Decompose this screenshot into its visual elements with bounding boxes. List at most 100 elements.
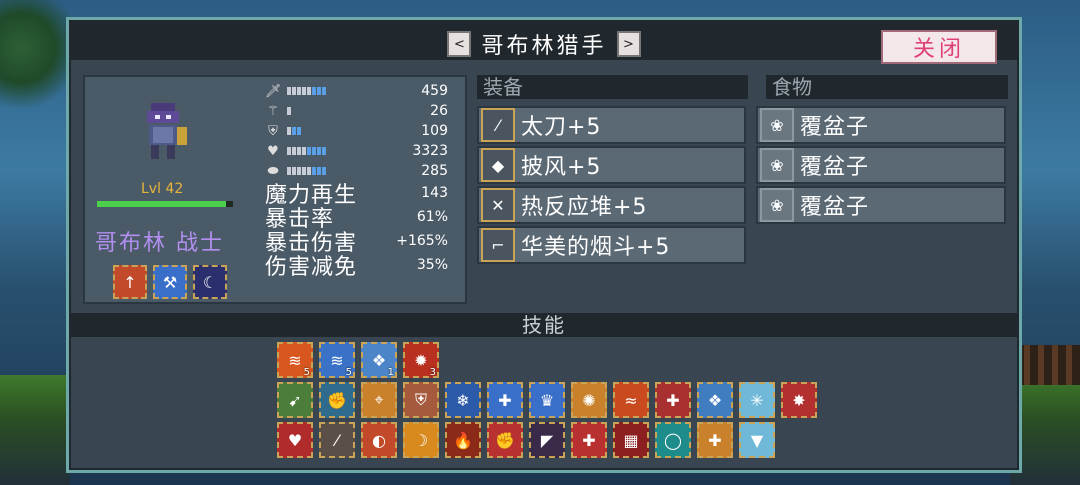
stat-value: 459: [421, 83, 448, 99]
character-class-name: 哥布林 战士: [95, 231, 224, 256]
targeting-icon[interactable]: ⌖: [361, 382, 397, 418]
equipment-slot[interactable]: ✕ 热反应堆+5: [477, 186, 746, 224]
stat-bar: [287, 107, 355, 115]
blue-swirl-icon[interactable]: ❄: [445, 382, 481, 418]
skills-header: 技能: [69, 313, 1019, 337]
pipe-icon: ⌐: [481, 228, 515, 262]
close-button[interactable]: 关闭: [881, 30, 997, 64]
dagger-icon[interactable]: ⁄: [319, 422, 355, 458]
fire-wave-icon[interactable]: ≈: [613, 382, 649, 418]
background-tree: [0, 0, 70, 120]
shield-icon: ⛨: [268, 123, 278, 139]
stat-bar: [287, 167, 355, 175]
fire-ice-orb-icon[interactable]: ◐: [361, 422, 397, 458]
equipment-slot[interactable]: ⌐ 华美的烟斗+5: [477, 226, 746, 264]
crescent-icon[interactable]: ☽: [403, 422, 439, 458]
food-slot[interactable]: ❀ 覆盆子: [756, 186, 1006, 224]
hp-bar: [97, 201, 233, 207]
skill-row: ♥ ⁄ ◐ ☽ 🔥 ✊ ◤ ✚ ▦ ◯ ✚ ▼: [277, 422, 775, 458]
skill-row: ➹ ✊ ⌖ ⛨ ❄ ✚ ♛ ✺ ≈ ✚ ❖ ✳ ✸: [277, 382, 817, 418]
stat-row: ⛨ 109: [265, 121, 460, 141]
attribute-value: 35%: [416, 257, 448, 273]
stat-value: 285: [421, 163, 448, 179]
stat-value: 3323: [412, 143, 448, 159]
attribute-value: 61%: [416, 209, 448, 225]
stat-bar: [287, 127, 355, 135]
raspberry-icon: ❀: [760, 108, 794, 142]
frost-fist-icon[interactable]: ✊: [319, 382, 355, 418]
gear-burst-icon[interactable]: ✺: [571, 382, 607, 418]
equipment-label: 热反应堆+5: [521, 195, 648, 220]
heart-icon: ♥: [267, 143, 279, 159]
katana-icon: ⁄: [481, 108, 515, 142]
character-info-box: Lvl 42 哥布林 战士 ↑ ⚒ ☾ 🗡 459 ⚚ 26 ⛨ 109 ♥ 3323 ⬬ 285 魔…: [83, 75, 467, 304]
character-title: 哥布林猎手: [481, 34, 607, 59]
fire-fist-icon[interactable]: ✊: [487, 422, 523, 458]
food-label: 覆盆子: [800, 115, 870, 140]
shield-crest-icon[interactable]: ⛨: [403, 382, 439, 418]
raspberry-icon: ❀: [760, 148, 794, 182]
stat-value: 109: [421, 123, 448, 139]
equipment-slot[interactable]: ⁄ 太刀+5: [477, 106, 746, 144]
stat-bar: [287, 87, 355, 95]
food-slot[interactable]: ❀ 覆盆子: [756, 146, 1006, 184]
icicle-icon[interactable]: ▼: [739, 422, 775, 458]
background-ground-left: [0, 375, 70, 485]
skill-count: 5: [345, 367, 352, 378]
goblin-avatar: [147, 103, 187, 159]
equipment-slot[interactable]: ◆ 披风+5: [477, 146, 746, 184]
crown-icon[interactable]: ♛: [529, 382, 565, 418]
frost-rune-icon[interactable]: ❖ 1: [361, 342, 397, 378]
stat-value: 26: [430, 103, 448, 119]
ice-dash-icon[interactable]: ≋ 5: [319, 342, 355, 378]
stat-bar: [287, 147, 355, 155]
skill-row: ≋ 5 ≋ 5 ❖ 1 ✹ 3: [277, 342, 439, 378]
buff-icons: ↑ ⚒ ☾: [113, 265, 227, 299]
downward-plus-icon[interactable]: ✚: [571, 422, 607, 458]
shadow-cat-icon[interactable]: ◤: [529, 422, 565, 458]
fire-dash-icon[interactable]: ≋ 5: [277, 342, 313, 378]
food-label: 覆盆子: [800, 195, 870, 220]
title-group: < 哥布林猎手 >: [429, 30, 659, 59]
skill-count: 3: [429, 367, 436, 378]
food-label: 覆盆子: [800, 155, 870, 180]
ice-star-icon[interactable]: ✳: [739, 382, 775, 418]
cloak-icon: ◆: [481, 148, 515, 182]
ring-icon[interactable]: ◯: [655, 422, 691, 458]
equipment-header: 装备: [477, 75, 748, 99]
stat-row: ⚚ 26: [265, 101, 460, 121]
wand-icon: ⚚: [267, 103, 279, 119]
equipment-label: 太刀+5: [521, 115, 602, 140]
fire-burst-icon[interactable]: ✹ 3: [403, 342, 439, 378]
attribute-value: 143: [421, 185, 448, 201]
ice-blade-plus-icon[interactable]: ✚: [487, 382, 523, 418]
frost-rune-icon[interactable]: ❖: [697, 382, 733, 418]
prev-character-button[interactable]: <: [447, 31, 472, 57]
flame-icon[interactable]: 🔥: [445, 422, 481, 458]
grid-icon[interactable]: ▦: [613, 422, 649, 458]
poison-arrow-icon[interactable]: ➹: [277, 382, 313, 418]
character-level: Lvl 42: [141, 181, 184, 197]
power-up-icon[interactable]: ↑: [113, 265, 147, 299]
equipment-label: 华美的烟斗+5: [521, 235, 671, 260]
red-burst-icon[interactable]: ✸: [781, 382, 817, 418]
raspberry-icon: ❀: [760, 188, 794, 222]
next-character-button[interactable]: >: [616, 31, 641, 57]
attribute-value: +165%: [396, 233, 448, 249]
claw-plus-icon[interactable]: ✚: [655, 382, 691, 418]
moon-icon[interactable]: ☾: [193, 265, 227, 299]
stat-row: ♥ 3323: [265, 141, 460, 161]
food-slot[interactable]: ❀ 覆盆子: [756, 106, 1006, 144]
character-detail-panel: < 哥布林猎手 > 关闭 Lvl 42 哥布林 战士 ↑ ⚒ ☾ 🗡 459 ⚚ 26 ⛨ 1…: [66, 17, 1022, 473]
reactive-armor-icon: ✕: [481, 188, 515, 222]
food-header: 食物: [766, 75, 1008, 99]
stats-panel: 🗡 459 ⚚ 26 ⛨ 109 ♥ 3323 ⬬ 285 魔力再生 143 暴击率 61% 暴击伤害 +1…: [265, 81, 460, 280]
sword-plus-icon[interactable]: ✚: [697, 422, 733, 458]
axe-shield-icon[interactable]: ⚒: [153, 265, 187, 299]
stat-row: 🗡 459: [265, 81, 460, 101]
equipment-label: 披风+5: [521, 155, 602, 180]
attribute-row: 伤害减免 35%: [265, 253, 460, 280]
skill-count: 5: [303, 367, 310, 378]
heart-burst-icon[interactable]: ♥: [277, 422, 313, 458]
skill-count: 1: [387, 367, 394, 378]
